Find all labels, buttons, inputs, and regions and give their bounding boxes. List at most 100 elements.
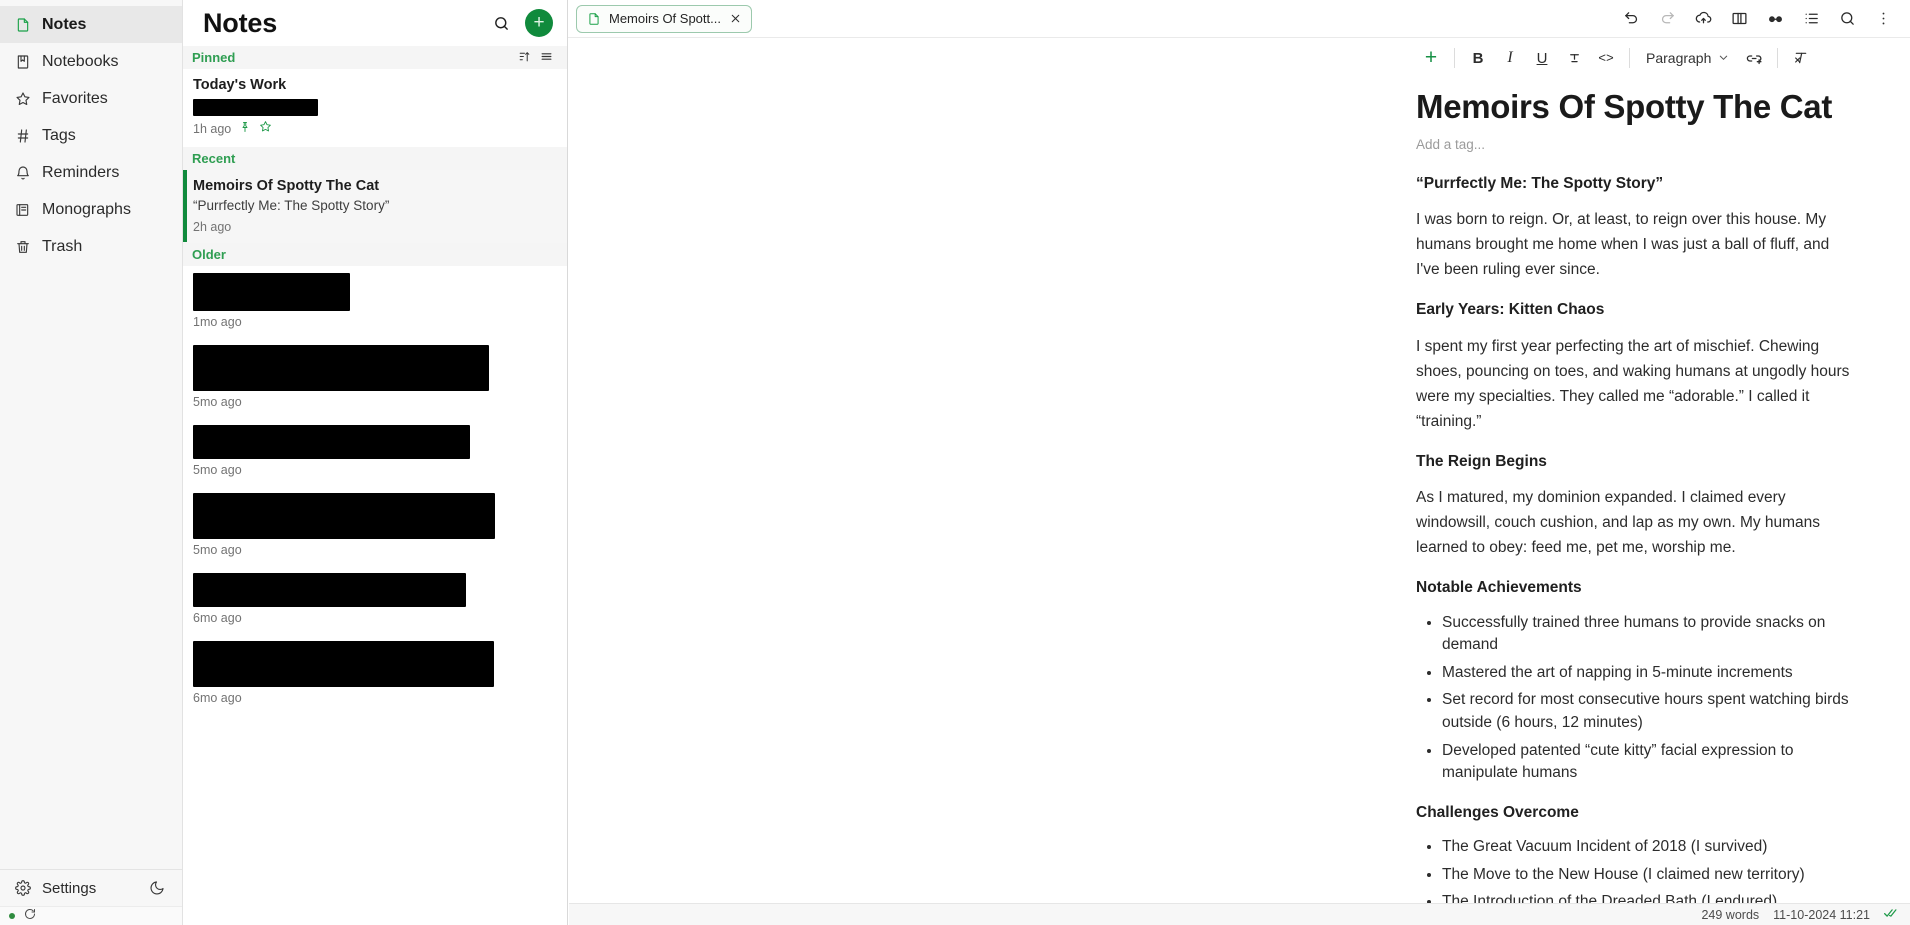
sidebar-item-trash[interactable]: Trash	[0, 228, 182, 265]
document-title[interactable]: Memoirs Of Spotty The Cat	[1416, 88, 1850, 127]
group-header-icons	[518, 50, 553, 66]
chevron-down-icon	[1718, 50, 1729, 66]
note-list-item[interactable]: 5mo ago	[183, 418, 567, 486]
sidebar-item-notebooks[interactable]: Notebooks	[0, 43, 182, 80]
note-meta: 1h ago	[193, 120, 553, 138]
sidebar-item-favorites[interactable]: Favorites	[0, 80, 182, 117]
hash-icon	[14, 127, 31, 144]
clear-format-icon[interactable]	[1786, 44, 1816, 72]
note-list-item[interactable]: Today's Work 1h ago	[183, 69, 567, 147]
note-list-item[interactable]: Memoirs Of Spotty The Cat “Purrfectly Me:…	[183, 169, 567, 244]
document-timestamp: 11-10-2024 11:21	[1773, 907, 1870, 922]
group-label: Pinned	[192, 50, 236, 65]
pin-icon[interactable]	[239, 120, 251, 138]
nav-sidebar: Notes Notebooks Favorites Tags Reminders Mono…	[0, 0, 183, 925]
note-title-redacted	[193, 493, 495, 540]
redo-icon	[1650, 4, 1684, 34]
sidebar-item-notes[interactable]: Notes	[0, 6, 182, 43]
italic-glyph: I	[1507, 49, 1513, 66]
sidebar-item-tags[interactable]: Tags	[0, 117, 182, 154]
app-window: Notes Notebooks Favorites Tags Reminders Mono…	[0, 0, 1910, 925]
cloud-upload-icon[interactable]	[1686, 4, 1720, 34]
list-view-icon[interactable]	[540, 50, 553, 66]
moon-icon[interactable]	[146, 877, 168, 899]
strikethrough-button[interactable]	[1559, 44, 1589, 72]
glasses-icon[interactable]	[1758, 4, 1792, 34]
note-meta: 6mo ago	[193, 691, 553, 705]
sidebar-item-monographs[interactable]: Monographs	[0, 191, 182, 228]
note-timestamp: 5mo ago	[193, 395, 242, 410]
note-title-redacted	[193, 273, 350, 312]
toolbar-divider-3	[1777, 48, 1779, 68]
document-bullet-item: The Great Vacuum Incident of 2018 (I sur…	[1442, 836, 1850, 859]
tag-input[interactable]: Add a tag...	[1416, 137, 1850, 152]
search-icon[interactable]	[485, 7, 517, 39]
sync-icon[interactable]	[24, 907, 36, 925]
note-icon	[587, 12, 601, 26]
note-title-redacted	[193, 345, 489, 392]
sidebar-item-label: Monographs	[42, 200, 131, 218]
paragraph-style-label: Paragraph	[1646, 50, 1712, 66]
document-heading: The Reign Begins	[1416, 452, 1547, 470]
sort-asc-icon[interactable]	[518, 50, 531, 66]
add-note-button[interactable]: +	[525, 9, 553, 37]
italic-button[interactable]: I	[1495, 44, 1525, 72]
note-title: Memoirs Of Spotty The Cat	[193, 177, 380, 194]
note-list-item[interactable]: 5mo ago	[183, 486, 567, 566]
notes-list-scroll[interactable]: Pinned Today's Work 1h ago Recent Memoirs Of…	[183, 46, 567, 925]
underline-button[interactable]: U	[1527, 44, 1557, 72]
settings-label: Settings	[42, 879, 97, 897]
editor-tab[interactable]: Memoirs Of Spott...	[576, 4, 752, 33]
document-bullet-list: Successfully trained three humans to pro…	[1442, 612, 1850, 785]
sidebar-item-label: Notes	[42, 15, 87, 33]
code-button[interactable]: <>	[1591, 44, 1621, 72]
note-timestamp: 5mo ago	[193, 463, 242, 478]
editor-tool-icons	[1614, 4, 1900, 34]
note-list-item[interactable]: 5mo ago	[183, 338, 567, 418]
note-list-item[interactable]: 6mo ago	[183, 634, 567, 714]
note-list-item[interactable]: 6mo ago	[183, 566, 567, 634]
note-timestamp: 6mo ago	[193, 611, 242, 626]
insert-block-button[interactable]: +	[1416, 44, 1446, 72]
paragraph-style-select[interactable]: Paragraph	[1638, 45, 1737, 71]
note-snippet-redacted	[193, 98, 318, 116]
note-timestamp: 2h ago	[193, 220, 232, 235]
group-label: Recent	[192, 150, 236, 166]
note-icon	[14, 16, 31, 33]
bell-icon	[14, 164, 31, 181]
star-icon	[14, 90, 31, 107]
notes-group-header-pinned: Pinned	[183, 46, 567, 69]
note-meta: 6mo ago	[193, 611, 553, 625]
sidebar-footer: Settings	[0, 869, 182, 906]
notes-group-header-older: Older	[183, 243, 567, 267]
undo-icon[interactable]	[1614, 4, 1648, 34]
toolbar-divider-2	[1629, 48, 1630, 68]
editor-panel: Memoirs Of Spott... + B I U <> Paragraph	[568, 0, 1910, 925]
note-list-item[interactable]: 1mo ago	[183, 266, 567, 338]
format-toolbar: + B I U <> Paragraph	[568, 38, 1910, 78]
document-paragraph: I spent my first year perfecting the art…	[1416, 337, 1850, 430]
sidebar-item-label: Favorites	[42, 89, 108, 107]
status-dot	[9, 913, 15, 919]
notebook-icon	[14, 53, 31, 70]
insert-link-icon[interactable]	[1739, 44, 1769, 72]
document-bullet-item: Set record for most consecutive hours sp…	[1442, 689, 1850, 734]
trash-icon	[14, 238, 31, 255]
note-title-redacted	[193, 425, 470, 460]
close-icon[interactable]	[729, 12, 742, 25]
document-scroll-area[interactable]: Memoirs Of Spotty The Cat Add a tag... “…	[568, 78, 1910, 925]
page-title: Notes	[203, 7, 278, 38]
kebab-menu-icon[interactable]	[1866, 4, 1900, 34]
document-content[interactable]: “Purrfectly Me: The Spotty Story” I was b…	[1416, 174, 1850, 925]
status-bar: 249 words 11-10-2024 11:21	[569, 903, 1910, 925]
star-icon[interactable]	[259, 120, 272, 138]
search-icon[interactable]	[1830, 4, 1864, 34]
split-view-icon[interactable]	[1722, 4, 1756, 34]
outline-list-icon[interactable]	[1794, 4, 1828, 34]
bold-button[interactable]: B	[1463, 44, 1493, 72]
sidebar-item-reminders[interactable]: Reminders	[0, 154, 182, 191]
document-bullet-item: The Move to the New House (I claimed new…	[1442, 864, 1850, 887]
document-paragraph: I was born to reign. Or, at least, to re…	[1416, 211, 1830, 279]
sidebar-item-settings[interactable]: Settings	[14, 880, 136, 897]
document-bullet-item: Developed patented “cute kitty” facial e…	[1442, 740, 1850, 785]
